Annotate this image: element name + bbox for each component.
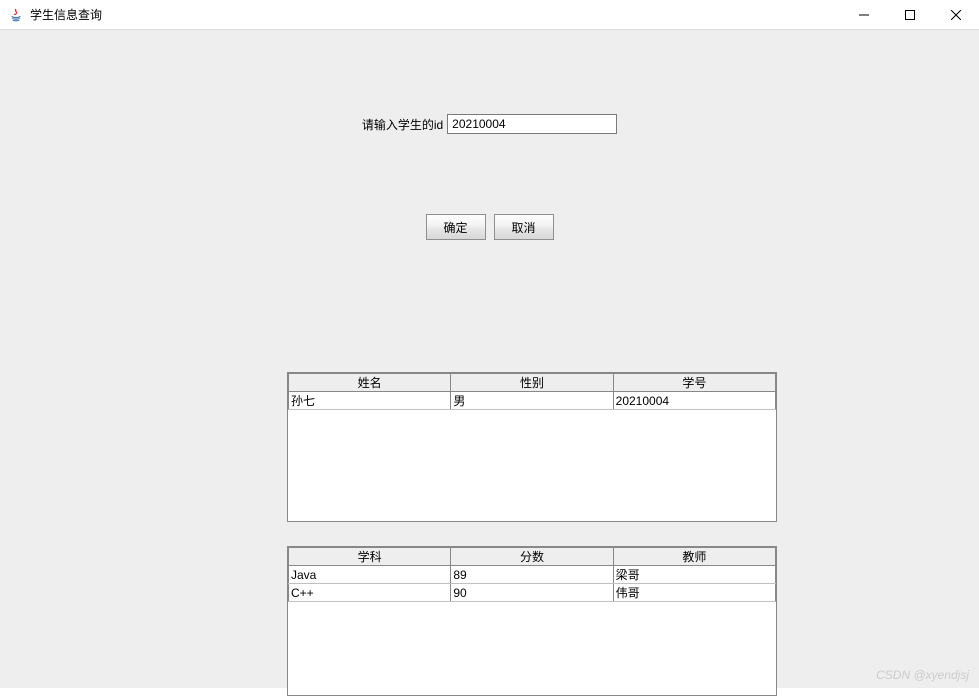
student-info-table[interactable]: 姓名 性别 学号 孙七 男 20210004 [287, 372, 777, 522]
col-subject: 学科 [289, 548, 451, 566]
table-header-row: 学科 分数 教师 [289, 548, 776, 566]
minimize-button[interactable] [841, 0, 887, 30]
col-score: 分数 [451, 548, 613, 566]
content-area: 请输入学生的id 确定 取消 姓名 性别 学号 孙七 男 20210004 [0, 30, 979, 688]
col-gender: 性别 [451, 374, 613, 392]
cell-subject[interactable]: Java [289, 566, 451, 584]
cell-score[interactable]: 90 [451, 584, 613, 602]
cell-teacher[interactable]: 伟哥 [613, 584, 775, 602]
cancel-button[interactable]: 取消 [494, 214, 554, 240]
window-controls [841, 0, 979, 29]
cell-subject[interactable]: C++ [289, 584, 451, 602]
watermark: CSDN @xyendjsj [876, 668, 969, 682]
table-header-row: 姓名 性别 学号 [289, 374, 776, 392]
java-app-icon [8, 7, 24, 23]
maximize-button[interactable] [887, 0, 933, 30]
cell-id[interactable]: 20210004 [613, 392, 775, 410]
button-row: 确定 取消 [0, 214, 979, 240]
close-button[interactable] [933, 0, 979, 30]
table-row[interactable]: 孙七 男 20210004 [289, 392, 776, 410]
cell-teacher[interactable]: 梁哥 [613, 566, 775, 584]
student-id-input[interactable] [447, 114, 617, 134]
col-name: 姓名 [289, 374, 451, 392]
cell-name[interactable]: 孙七 [289, 392, 451, 410]
score-table[interactable]: 学科 分数 教师 Java 89 梁哥 C++ 90 伟哥 [287, 546, 777, 696]
student-id-label: 请输入学生的id [362, 116, 443, 133]
window-title: 学生信息查询 [30, 6, 841, 23]
col-id: 学号 [613, 374, 775, 392]
table-row[interactable]: C++ 90 伟哥 [289, 584, 776, 602]
cell-score[interactable]: 89 [451, 566, 613, 584]
ok-button[interactable]: 确定 [426, 214, 486, 240]
input-row: 请输入学生的id [0, 114, 979, 134]
col-teacher: 教师 [613, 548, 775, 566]
title-bar: 学生信息查询 [0, 0, 979, 30]
cell-gender[interactable]: 男 [451, 392, 613, 410]
table-row[interactable]: Java 89 梁哥 [289, 566, 776, 584]
